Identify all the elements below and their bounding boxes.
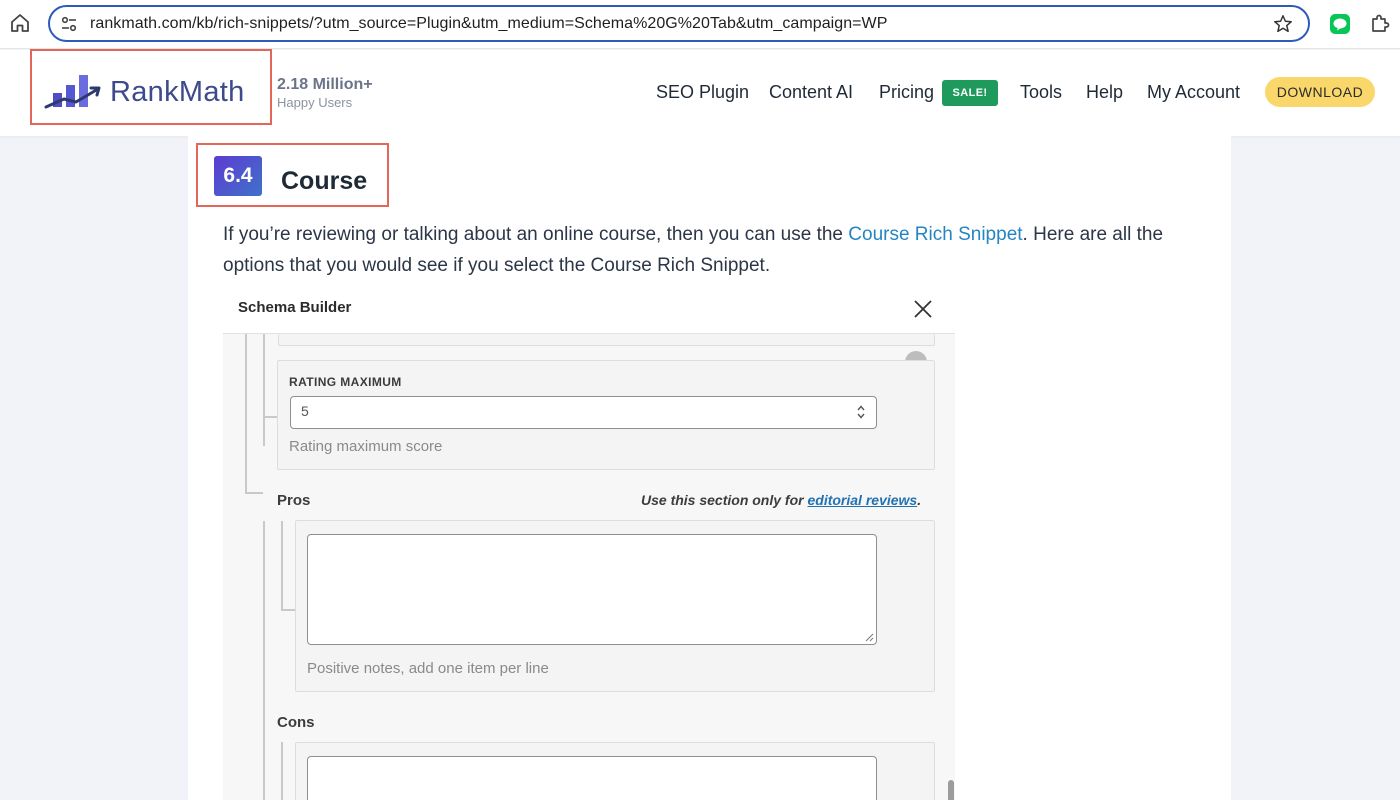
logo-highlight-box: RankMath — [30, 49, 272, 125]
line-extension-icon[interactable] — [1330, 14, 1350, 34]
rating-maximum-help: Rating maximum score — [289, 438, 443, 455]
rankmath-logo-icon[interactable] — [44, 71, 102, 111]
section-number-badge: 6.4 — [214, 156, 262, 196]
close-icon[interactable] — [913, 299, 933, 319]
users-count: 2.18 Million+ — [277, 76, 373, 93]
number-spinner-icon[interactable] — [856, 404, 866, 420]
article-content: 6.4 Course If you’re reviewing or talkin… — [188, 136, 1231, 800]
editorial-note: Use this section only for editorial revi… — [641, 492, 921, 508]
address-bar[interactable]: rankmath.com/kb/rich-snippets/?utm_sourc… — [48, 5, 1310, 42]
tree-line — [263, 521, 265, 800]
url-text[interactable]: rankmath.com/kb/rich-snippets/?utm_sourc… — [90, 15, 887, 33]
nav-my-account[interactable]: My Account — [1147, 82, 1240, 103]
editorial-note-prefix: Use this section only for — [641, 492, 808, 508]
tree-line — [263, 334, 265, 446]
download-button[interactable]: DOWNLOAD — [1265, 77, 1375, 107]
nav-pricing[interactable]: Pricing — [879, 82, 934, 103]
tree-line — [281, 742, 283, 800]
logo-text[interactable]: RankMath — [110, 76, 245, 109]
site-header: RankMath 2.18 Million+ Happy Users SEO P… — [0, 49, 1400, 136]
para-text-before: If you’re reviewing or talking about an … — [223, 224, 849, 245]
cons-textarea[interactable] — [307, 756, 877, 800]
nav-tools[interactable]: Tools — [1020, 82, 1062, 103]
course-rich-snippet-link[interactable]: Course Rich Snippet — [848, 224, 1022, 245]
browser-toolbar: rankmath.com/kb/rich-snippets/?utm_sourc… — [0, 0, 1400, 49]
section-title: Course — [281, 167, 368, 195]
sale-badge[interactable]: SALE! — [942, 80, 998, 106]
editorial-reviews-link[interactable]: editorial reviews — [807, 492, 917, 508]
previous-field-panel — [278, 334, 935, 346]
schema-builder-header: Schema Builder — [223, 296, 955, 334]
users-label: Happy Users — [277, 95, 353, 110]
editorial-note-suffix: . — [917, 492, 922, 508]
intro-paragraph: If you’re reviewing or talking about an … — [223, 219, 1208, 281]
pros-label: Pros — [277, 492, 311, 509]
site-settings-icon[interactable] — [60, 15, 78, 33]
tree-line — [281, 521, 283, 611]
rating-maximum-input[interactable]: 5 — [290, 396, 877, 429]
home-icon[interactable] — [8, 11, 32, 35]
bookmark-star-icon[interactable] — [1272, 13, 1294, 35]
pros-textarea[interactable] — [307, 534, 877, 645]
cons-label: Cons — [277, 714, 315, 731]
rating-maximum-label: RATING MAXIMUM — [289, 375, 402, 389]
resize-grip-icon[interactable] — [865, 633, 874, 642]
scrollbar-thumb[interactable] — [948, 780, 954, 800]
schema-builder-screenshot: Schema Builder RATING MAXIMUM 5 Rating m… — [223, 296, 955, 800]
tree-line — [245, 334, 247, 494]
tree-line — [263, 416, 277, 418]
schema-builder-title: Schema Builder — [238, 299, 352, 316]
extensions-puzzle-icon[interactable] — [1368, 12, 1392, 36]
nav-seo-plugin[interactable]: SEO Plugin — [656, 82, 749, 103]
nav-help[interactable]: Help — [1086, 82, 1123, 103]
rating-maximum-value: 5 — [301, 403, 309, 419]
tree-line — [245, 492, 263, 494]
pros-help: Positive notes, add one item per line — [307, 660, 549, 677]
tree-line — [281, 609, 295, 611]
happy-users-stat: 2.18 Million+ Happy Users — [277, 76, 373, 110]
nav-content-ai[interactable]: Content AI — [769, 82, 853, 103]
